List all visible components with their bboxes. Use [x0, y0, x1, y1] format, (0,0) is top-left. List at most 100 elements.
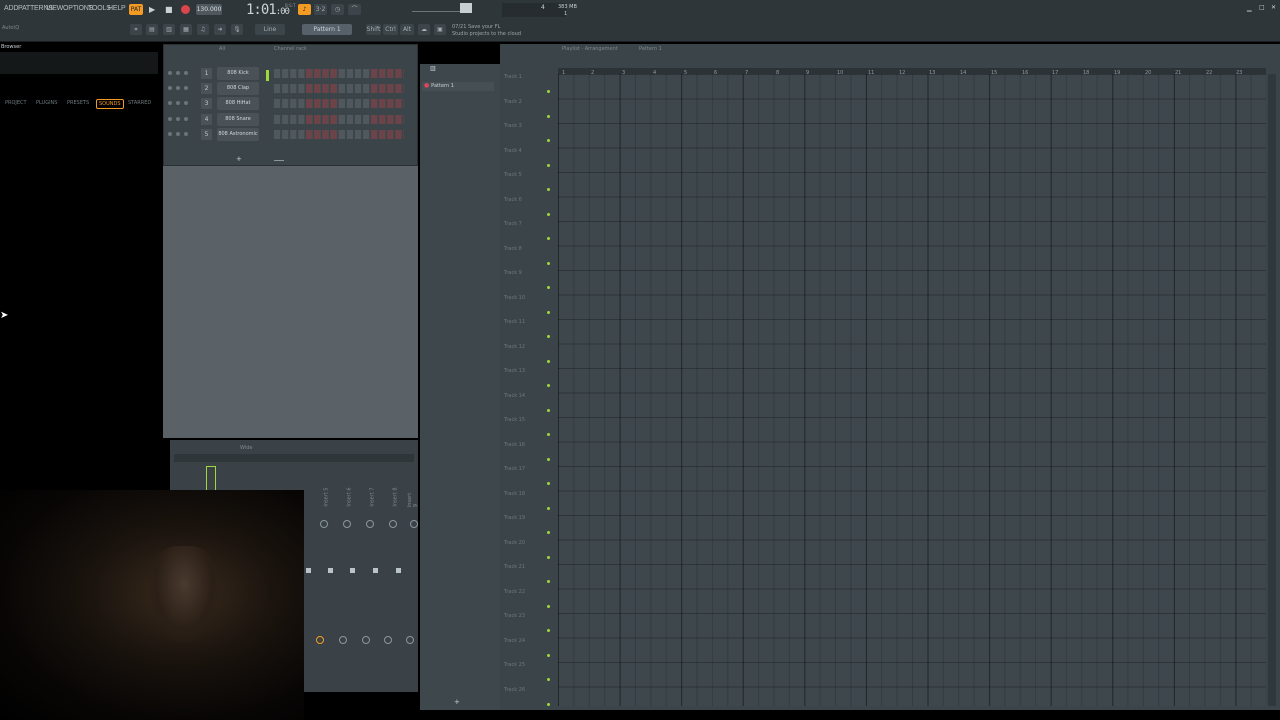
track-header[interactable]: Track 18 — [502, 491, 556, 516]
menu-help[interactable]: HELP — [108, 5, 126, 12]
pan-knob[interactable] — [410, 520, 418, 528]
track-enabled-led[interactable] — [547, 629, 550, 632]
step-group[interactable] — [306, 69, 339, 78]
ctrl-button[interactable]: Ctrl — [383, 24, 398, 35]
playlist-grid[interactable] — [558, 74, 1266, 706]
track-header[interactable]: Track 22 — [502, 589, 556, 614]
channel-name[interactable]: 808 Kick — [217, 67, 259, 80]
track-header[interactable]: Track 4 — [502, 148, 556, 173]
news-icon[interactable]: ▣ — [434, 24, 446, 35]
step-group[interactable] — [371, 99, 404, 108]
channel-name[interactable]: 808 Clap — [217, 82, 259, 95]
tool-icon-3[interactable]: ▥ — [163, 24, 175, 35]
minimize-icon[interactable]: ▁ — [1247, 5, 1252, 12]
volume-fader[interactable] — [306, 568, 311, 573]
metronome-icon[interactable]: ♪ — [298, 4, 311, 15]
route-knob[interactable] — [362, 636, 370, 644]
pan-knob[interactable] — [320, 520, 328, 528]
track-header[interactable]: Track 11 — [502, 319, 556, 344]
track-enabled-led[interactable] — [547, 114, 550, 118]
channel-number[interactable]: 1 — [201, 68, 212, 79]
track-enabled-led[interactable] — [547, 531, 550, 534]
track-enabled-led[interactable] — [547, 188, 550, 191]
add-pattern-button[interactable]: + — [454, 698, 460, 706]
wait-icon[interactable]: ◷ — [331, 4, 344, 15]
step-group[interactable] — [306, 115, 339, 124]
solo-icon[interactable] — [184, 101, 188, 105]
route-knob[interactable] — [316, 636, 324, 644]
volume-fader[interactable] — [373, 568, 378, 573]
master-pitch-slider[interactable] — [412, 6, 460, 12]
track-enabled-led[interactable] — [547, 555, 550, 559]
track-header[interactable]: Track 21 — [502, 564, 556, 589]
track-enabled-led[interactable] — [547, 335, 550, 338]
tool-icon-1[interactable]: ⌗ — [130, 24, 142, 35]
channel-led[interactable] — [168, 117, 172, 121]
track-enabled-led[interactable] — [547, 139, 550, 142]
track-header[interactable]: Track 8 — [502, 246, 556, 271]
step-group[interactable] — [306, 130, 339, 139]
playlist-scrollbar[interactable] — [1268, 74, 1276, 706]
track-header[interactable]: Track 26 — [502, 687, 556, 707]
volume-fader[interactable] — [396, 568, 401, 573]
channel-number[interactable]: 5 — [201, 129, 212, 140]
tool-icon-6[interactable]: ➜ — [214, 24, 226, 35]
track-header[interactable]: Track 7 — [502, 221, 556, 246]
snap-select[interactable]: Line — [255, 24, 285, 35]
track-header[interactable]: Track 13 — [502, 368, 556, 393]
track-enabled-led[interactable] — [547, 310, 550, 314]
mute-icon[interactable] — [176, 86, 180, 90]
stop-icon[interactable]: ■ — [165, 5, 173, 14]
track-header[interactable]: Track 15 — [502, 417, 556, 442]
channel-number[interactable]: 3 — [201, 98, 212, 109]
track-enabled-led[interactable] — [547, 408, 550, 412]
channel-name[interactable]: 808 Snare — [217, 113, 259, 126]
pattern-selector[interactable]: Pattern 1 — [302, 24, 352, 35]
channel-led[interactable] — [168, 132, 172, 136]
track-enabled-led[interactable] — [547, 678, 550, 681]
channel-number[interactable]: 2 — [201, 83, 212, 94]
track-header[interactable]: Track 14 — [502, 393, 556, 418]
channel-led[interactable] — [168, 86, 172, 90]
route-knob[interactable] — [339, 636, 347, 644]
channel-led[interactable] — [168, 71, 172, 75]
track-header[interactable]: Track 19 — [502, 515, 556, 540]
track-enabled-led[interactable] — [547, 482, 550, 485]
channel-name[interactable]: 808 HiHat — [217, 97, 259, 110]
track-enabled-led[interactable] — [547, 506, 550, 510]
step-group[interactable] — [306, 99, 339, 108]
tab-presets[interactable]: PRESETS — [67, 100, 89, 106]
master-volume-knob[interactable] — [460, 3, 472, 13]
maximize-icon[interactable]: □ — [1259, 4, 1265, 11]
tool-icon-4[interactable]: ▦ — [180, 24, 192, 35]
mute-icon[interactable] — [176, 132, 180, 136]
step-group[interactable] — [306, 84, 339, 93]
track-header[interactable]: Track 12 — [502, 344, 556, 369]
track-enabled-led[interactable] — [547, 580, 550, 583]
solo-icon[interactable] — [184, 86, 188, 90]
track-header[interactable]: Track 5 — [502, 172, 556, 197]
add-channel-button[interactable]: + — [236, 155, 242, 163]
mixer-view-mode[interactable]: Wide — [240, 445, 252, 451]
track-enabled-led[interactable] — [547, 384, 550, 387]
channel-led[interactable] — [168, 101, 172, 105]
track-enabled-led[interactable] — [547, 702, 550, 706]
tab-starred[interactable]: STARRED — [128, 100, 151, 106]
pan-knob[interactable] — [389, 520, 397, 528]
route-knob[interactable] — [384, 636, 392, 644]
track-header[interactable]: Track 10 — [502, 295, 556, 320]
track-header[interactable]: Track 16 — [502, 442, 556, 467]
record-icon[interactable] — [181, 5, 190, 14]
track-enabled-led[interactable] — [547, 90, 550, 93]
tool-icon-2[interactable]: ▤ — [146, 24, 158, 35]
track-enabled-led[interactable] — [547, 604, 550, 608]
mute-icon[interactable] — [176, 101, 180, 105]
track-enabled-led[interactable] — [547, 163, 550, 167]
solo-icon[interactable] — [184, 71, 188, 75]
track-enabled-led[interactable] — [547, 261, 550, 265]
track-header[interactable]: Track 23 — [502, 613, 556, 638]
menu-add[interactable]: ADD — [4, 5, 18, 12]
track-enabled-led[interactable] — [547, 286, 550, 289]
track-header[interactable]: Track 6 — [502, 197, 556, 222]
track-enabled-led[interactable] — [547, 212, 550, 216]
